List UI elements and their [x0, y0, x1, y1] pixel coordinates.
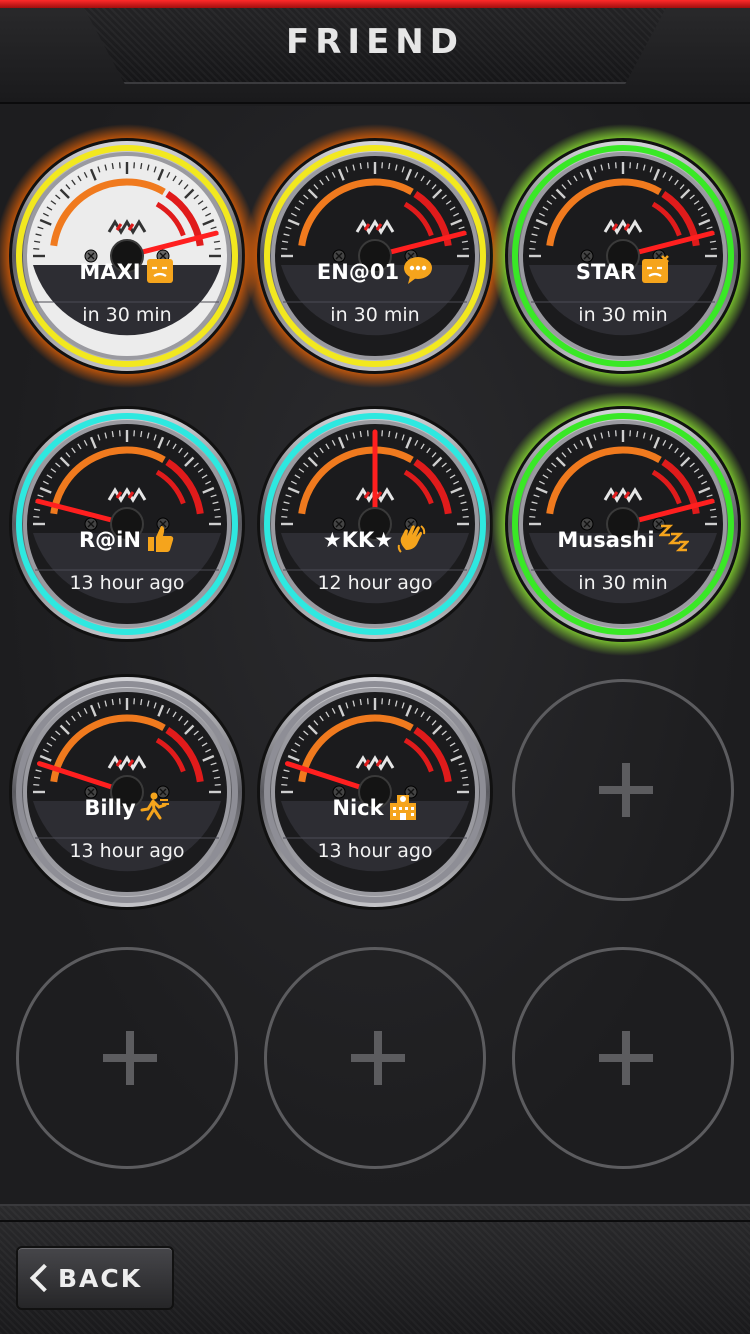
plus-icon-stem [374, 1031, 382, 1085]
header-accent-stripe [0, 0, 750, 8]
angry-face-icon [642, 255, 670, 283]
friend-gauge[interactable]: R@iN 13 hour ago [5, 402, 249, 646]
gauge-dial [9, 674, 245, 910]
running-man-icon [140, 792, 169, 821]
gauge-tick [709, 240, 716, 243]
waving-hand-icon [397, 525, 426, 553]
friend-name-text: ★KK★ [322, 528, 394, 552]
friend-gauge[interactable]: ★KK★ 12 hour ago [253, 402, 497, 646]
gauge-tick [140, 699, 143, 706]
plus-icon-stem [622, 1031, 630, 1085]
back-button[interactable]: BACK [16, 1246, 174, 1310]
gauge-dial [491, 392, 750, 656]
friend-name: MAXI [5, 259, 249, 285]
gauge-tick [461, 240, 468, 243]
last-seen-time: in 30 min [578, 572, 668, 594]
back-button-label: BACK [58, 1264, 143, 1293]
friend-grid: MAXI in 30 min EN@01 in 30 min STAR in 30 m… [0, 106, 750, 1202]
add-friend-button[interactable] [16, 947, 238, 1169]
friend-name-text: Musashi [557, 528, 655, 552]
gauge-tick [213, 776, 220, 779]
gauge-tick [607, 163, 610, 170]
gauge-tick [388, 431, 391, 438]
friend-gauge[interactable]: EN@01 in 30 min [243, 124, 507, 388]
friend-gauge[interactable]: Musashi in 30 min [491, 392, 750, 656]
chat-bubble-icon [404, 257, 433, 284]
gauge-tick [282, 508, 289, 511]
gauge-dial [0, 124, 259, 388]
friend-name: EN@01 [253, 257, 497, 285]
last-seen-time: 13 hour ago [69, 840, 185, 862]
plus-icon-stem [126, 1031, 134, 1085]
gauge-tick [111, 163, 114, 170]
gauge-tick [461, 776, 468, 779]
gauge-tick [388, 163, 391, 170]
sleeping-zzz-icon [658, 524, 689, 552]
gauge-tick [636, 163, 639, 170]
gauge-tick [282, 240, 289, 243]
gauge-dial [257, 406, 493, 642]
gauge-tick [359, 699, 362, 706]
gauge-tick [213, 508, 220, 511]
gauge-dial [9, 406, 245, 642]
gauge-tick [111, 699, 114, 706]
footer-divider [0, 1220, 750, 1222]
friend-name-text: STAR [575, 260, 637, 284]
friend-name-text: MAXI [79, 260, 141, 284]
face-icon [146, 259, 173, 283]
header-bar: FRIEND [0, 0, 750, 104]
friend-gauge[interactable]: STAR in 30 min [491, 124, 750, 388]
friend-name: Musashi [501, 524, 745, 553]
friend-name-text: R@iN [79, 528, 141, 552]
gauge-dial [257, 674, 493, 910]
gauge-tick [388, 699, 391, 706]
friend-gauge[interactable]: Billy 13 hour ago [5, 670, 249, 914]
friend-name-text: EN@01 [316, 260, 400, 284]
gauge-tick [213, 240, 220, 243]
friend-name: R@iN [5, 526, 249, 553]
gauge-tick [282, 776, 289, 779]
add-friend-button[interactable] [512, 947, 734, 1169]
last-seen-time: in 30 min [330, 304, 420, 326]
gauge-tick [636, 431, 639, 438]
footer-bar: BACK [0, 1204, 750, 1334]
friend-gauge[interactable]: MAXI in 30 min [0, 124, 259, 388]
friend-name-text: Billy [84, 796, 136, 820]
friend-gauge[interactable]: Nick 13 hour ago [253, 670, 497, 914]
gauge-tick [140, 431, 143, 438]
friend-name: ★KK★ [253, 525, 497, 553]
page-title: FRIEND [286, 22, 464, 62]
friend-name: Nick [253, 795, 497, 821]
gauge-tick [359, 163, 362, 170]
gauge-tick [530, 240, 537, 243]
last-seen-time: in 30 min [578, 304, 668, 326]
gauge-tick [709, 508, 716, 511]
plus-icon-stem [622, 763, 630, 817]
gauge-tick [111, 431, 114, 438]
last-seen-time: in 30 min [82, 304, 172, 326]
gauge-tick [359, 431, 362, 438]
friend-name-text: Nick [332, 796, 384, 820]
gauge-tick [607, 431, 610, 438]
last-seen-time: 13 hour ago [317, 840, 433, 862]
chevron-left-icon [29, 1263, 59, 1293]
last-seen-time: 12 hour ago [317, 572, 433, 594]
gauge-dial [491, 124, 750, 388]
friend-name: STAR [501, 255, 745, 285]
add-friend-button[interactable] [512, 679, 734, 901]
gauge-tick [461, 508, 468, 511]
add-friend-button[interactable] [264, 947, 486, 1169]
gauge-tick [140, 163, 143, 170]
gauge-tick [34, 240, 41, 243]
school-building-icon [389, 795, 416, 820]
gauge-tick [34, 508, 41, 511]
gauge-dial [243, 124, 507, 388]
friend-name: Billy [5, 792, 249, 821]
last-seen-time: 13 hour ago [69, 572, 185, 594]
gauge-tick [530, 508, 537, 511]
thumbs-up-icon [147, 526, 174, 552]
gauge-tick [34, 776, 41, 779]
